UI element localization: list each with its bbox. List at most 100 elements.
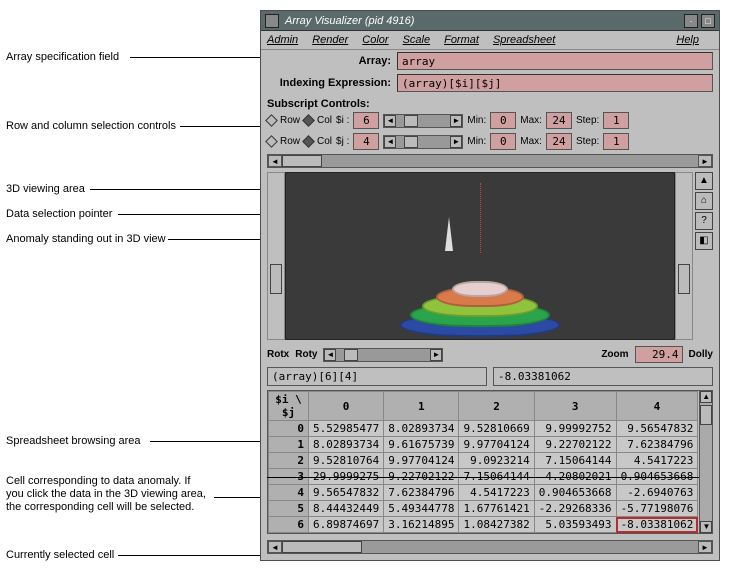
max-label-j: Max: xyxy=(520,136,542,147)
val-i[interactable] xyxy=(353,112,379,129)
tool-up-icon[interactable]: ▲ xyxy=(695,172,713,190)
roty-left-icon[interactable]: ◄ xyxy=(324,349,336,361)
min-i[interactable] xyxy=(490,112,516,129)
titlebar[interactable]: Array Visualizer (pid 4916) · □ xyxy=(261,11,719,31)
menu-format[interactable]: Format xyxy=(444,34,479,46)
max-j[interactable] xyxy=(546,133,572,150)
cell[interactable]: 8.02893734 xyxy=(309,437,384,453)
system-menu-icon[interactable] xyxy=(265,14,279,28)
cell[interactable]: 8.02893734 xyxy=(384,421,459,437)
col-header[interactable]: 4 xyxy=(616,392,698,421)
cell[interactable]: 0.904653668 xyxy=(534,485,616,501)
menu-admin[interactable]: Admin xyxy=(267,34,298,46)
roty-right-icon[interactable]: ► xyxy=(430,349,442,361)
cell[interactable]: -5.77198076 xyxy=(616,501,698,517)
cell[interactable]: 9.99992752 xyxy=(534,421,616,437)
tool-view-icon[interactable]: ◧ xyxy=(695,232,713,250)
col-radio-i[interactable] xyxy=(302,114,315,127)
row-header[interactable]: 4 xyxy=(269,485,309,501)
scroll-right-icon[interactable]: ► xyxy=(698,155,712,167)
index-expr-input[interactable] xyxy=(397,74,713,92)
slider-i[interactable]: ◄ ► xyxy=(383,114,463,128)
cell[interactable]: -2.6940763 xyxy=(616,485,698,501)
roty-thumb[interactable] xyxy=(344,349,358,361)
left-vertical-slider[interactable] xyxy=(267,172,285,340)
menu-spreadsheet[interactable]: Spreadsheet xyxy=(493,34,555,46)
cell[interactable]: 9.97704124 xyxy=(384,453,459,469)
menu-help[interactable]: Help xyxy=(676,34,699,46)
sheet-hscrollbar[interactable]: ◄ ► xyxy=(267,540,713,554)
spreadsheet-table[interactable]: $i \ $j0123405.529854778.028937349.52810… xyxy=(268,391,699,533)
upper-hscrollbar[interactable]: ◄ ► xyxy=(267,154,713,168)
cell[interactable]: 9.22702122 xyxy=(534,437,616,453)
cell[interactable]: 5.49344778 xyxy=(384,501,459,517)
cell[interactable]: 6.89874697 xyxy=(309,517,384,533)
row-header[interactable]: 2 xyxy=(269,453,309,469)
row-radio-j[interactable] xyxy=(265,135,278,148)
slider-j[interactable]: ◄ ► xyxy=(383,135,463,149)
cell[interactable]: 9.0923214 xyxy=(459,453,534,469)
cell[interactable]: 9.61675739 xyxy=(384,437,459,453)
right-vertical-slider[interactable] xyxy=(675,172,693,340)
minimize-icon[interactable]: · xyxy=(684,14,698,28)
min-j[interactable] xyxy=(490,133,516,150)
slider-i-right-icon[interactable]: ► xyxy=(450,115,462,127)
row-header[interactable]: 5 xyxy=(269,501,309,517)
sheet-hscroll-thumb[interactable] xyxy=(282,541,362,553)
menu-scale[interactable]: Scale xyxy=(403,34,431,46)
cell[interactable]: 3.16214895 xyxy=(384,517,459,533)
roty-slider[interactable]: ◄ ► xyxy=(323,348,443,362)
cell[interactable]: -8.03381062 xyxy=(616,517,698,533)
val-j[interactable] xyxy=(353,133,379,150)
slider-j-right-icon[interactable]: ► xyxy=(450,136,462,148)
sheet-vscroll-down-icon[interactable]: ▼ xyxy=(700,521,712,533)
slider-j-thumb[interactable] xyxy=(404,136,418,148)
cell[interactable]: 7.15064144 xyxy=(534,453,616,469)
col-header[interactable]: 3 xyxy=(534,392,616,421)
cell[interactable]: -2.29268336 xyxy=(534,501,616,517)
menu-render[interactable]: Render xyxy=(312,34,348,46)
slider-i-thumb[interactable] xyxy=(404,115,418,127)
cell[interactable]: 8.44432449 xyxy=(309,501,384,517)
sheet-vscrollbar[interactable]: ▲ ▼ xyxy=(699,391,712,533)
sheet-hscroll-left-icon[interactable]: ◄ xyxy=(268,541,282,553)
row-radio-i[interactable] xyxy=(265,114,278,127)
maximize-icon[interactable]: □ xyxy=(701,14,715,28)
cell[interactable]: 9.52810669 xyxy=(459,421,534,437)
cell[interactable]: 9.97704124 xyxy=(459,437,534,453)
cell[interactable]: 5.52985477 xyxy=(309,421,384,437)
menu-color[interactable]: Color xyxy=(362,34,388,46)
col-header[interactable]: 1 xyxy=(384,392,459,421)
col-header[interactable]: 0 xyxy=(309,392,384,421)
3d-canvas[interactable] xyxy=(285,172,675,340)
cell[interactable]: 4.5417223 xyxy=(616,453,698,469)
row-header[interactable]: 0 xyxy=(269,421,309,437)
zoom-value[interactable] xyxy=(635,346,683,363)
max-i[interactable] xyxy=(546,112,572,129)
step-i[interactable] xyxy=(603,112,629,129)
slider-i-left-icon[interactable]: ◄ xyxy=(384,115,396,127)
cell[interactable]: 1.08427382 xyxy=(459,517,534,533)
sheet-hscroll-right-icon[interactable]: ► xyxy=(698,541,712,553)
cell[interactable]: 7.62384796 xyxy=(384,485,459,501)
row-header[interactable]: 1 xyxy=(269,437,309,453)
tool-home-icon[interactable]: ⌂ xyxy=(695,192,713,210)
scroll-thumb[interactable] xyxy=(282,155,322,167)
col-radio-j[interactable] xyxy=(302,135,315,148)
scroll-left-icon[interactable]: ◄ xyxy=(268,155,282,167)
cell[interactable]: 1.67761421 xyxy=(459,501,534,517)
sheet-vscroll-up-icon[interactable]: ▲ xyxy=(700,391,712,403)
tool-help-icon[interactable]: ? xyxy=(695,212,713,230)
slider-j-left-icon[interactable]: ◄ xyxy=(384,136,396,148)
cell[interactable]: 5.03593493 xyxy=(534,517,616,533)
array-input[interactable] xyxy=(397,52,713,70)
col-header[interactable]: 2 xyxy=(459,392,534,421)
cell[interactable]: 9.56547832 xyxy=(309,485,384,501)
cell[interactable]: 9.52810764 xyxy=(309,453,384,469)
cell[interactable]: 4.5417223 xyxy=(459,485,534,501)
step-j[interactable] xyxy=(603,133,629,150)
row-header[interactable]: 6 xyxy=(269,517,309,533)
sheet-vscroll-thumb[interactable] xyxy=(700,405,712,425)
cell[interactable]: 9.56547832 xyxy=(616,421,698,437)
cell[interactable]: 7.62384796 xyxy=(616,437,698,453)
